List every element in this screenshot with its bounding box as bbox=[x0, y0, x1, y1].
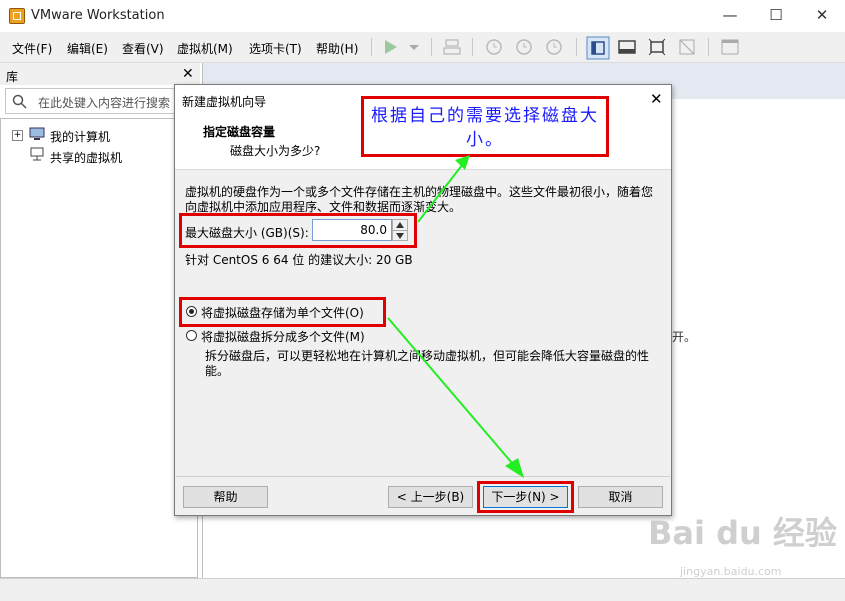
radio-split-files[interactable] bbox=[186, 330, 197, 341]
computer-icon bbox=[29, 127, 45, 140]
power-on-icon[interactable] bbox=[380, 37, 400, 57]
close-library-icon[interactable]: ✕ bbox=[182, 66, 194, 82]
help-button[interactable]: 帮助 bbox=[183, 486, 268, 508]
revert-snapshot-icon[interactable] bbox=[514, 37, 534, 57]
split-note: 拆分磁盘后，可以更轻松地在计算机之间移动虚拟机，但可能会降低大容量磁盘的性能。 bbox=[205, 349, 650, 378]
send-keys-icon[interactable] bbox=[442, 37, 462, 57]
menu-edit[interactable]: 编辑(E) bbox=[67, 40, 108, 57]
app-title: VMware Workstation bbox=[31, 8, 165, 23]
full-screen-icon[interactable] bbox=[647, 37, 667, 57]
close-window-icon[interactable]: ✕ bbox=[799, 0, 845, 30]
cancel-button[interactable]: 取消 bbox=[578, 486, 663, 508]
background-text: 开。 bbox=[672, 330, 697, 344]
show-library-icon[interactable] bbox=[586, 36, 610, 60]
button-separator bbox=[176, 476, 670, 477]
back-button[interactable]: < 上一步(B) bbox=[388, 486, 473, 508]
next-button-highlight bbox=[477, 481, 574, 513]
library-search-input[interactable]: 在此处键入内容进行搜索 bbox=[5, 88, 195, 114]
menu-file[interactable]: 文件(F) bbox=[12, 40, 52, 57]
recommended-size: 针对 CentOS 6 64 位 的建议大小: 20 GB bbox=[185, 253, 413, 267]
close-dialog-icon[interactable]: ✕ bbox=[650, 90, 663, 108]
minimize-icon[interactable]: — bbox=[707, 0, 753, 30]
tree-item-my-computer[interactable]: 我的计算机 bbox=[50, 128, 110, 145]
search-placeholder: 在此处键入内容进行搜索 bbox=[38, 96, 171, 110]
menu-tabs[interactable]: 选项卡(T) bbox=[249, 40, 302, 57]
menu-help[interactable]: 帮助(H) bbox=[316, 40, 358, 57]
toolbar-separator bbox=[472, 38, 473, 56]
vmware-app-icon bbox=[9, 8, 25, 24]
option-split-files-label[interactable]: 将虚拟磁盘拆分成多个文件(M) bbox=[201, 328, 365, 345]
dialog-heading: 指定磁盘容量 bbox=[203, 125, 276, 139]
thumbnail-bar-icon[interactable] bbox=[617, 37, 637, 57]
toolbar-separator bbox=[708, 38, 709, 56]
shared-vm-icon bbox=[30, 147, 44, 161]
library-tree bbox=[0, 118, 198, 578]
library-title: 库 bbox=[6, 70, 19, 84]
toolbar-separator bbox=[576, 38, 577, 56]
single-file-highlight bbox=[179, 297, 386, 327]
console-view-icon[interactable] bbox=[720, 37, 740, 57]
tree-item-shared-vms[interactable]: 共享的虚拟机 bbox=[50, 149, 122, 166]
maximize-icon[interactable]: ☐ bbox=[753, 0, 799, 30]
unity-icon[interactable] bbox=[677, 37, 697, 57]
toolbar-separator bbox=[431, 38, 432, 56]
status-bar bbox=[0, 578, 845, 601]
snapshot-icon[interactable] bbox=[484, 37, 504, 57]
baidu-watermark-url: jingyan.baidu.com bbox=[680, 565, 782, 578]
menu-vm[interactable]: 虚拟机(M) bbox=[177, 40, 233, 57]
chevron-down-icon[interactable] bbox=[404, 37, 424, 57]
search-icon bbox=[12, 94, 27, 109]
toolbar-separator bbox=[371, 38, 372, 56]
disk-size-highlight bbox=[179, 213, 417, 248]
library-header bbox=[0, 63, 200, 85]
baidu-watermark: Bai du 经验 bbox=[648, 514, 837, 552]
annotation-callout: 根据自己的需要选择磁盘大小。 bbox=[361, 96, 609, 157]
expand-icon[interactable]: + bbox=[12, 130, 23, 141]
dialog-description: 虚拟机的硬盘作为一个或多个文件存储在主机的物理磁盘中。这些文件最初很小，随着您向… bbox=[185, 185, 654, 214]
menu-view[interactable]: 查看(V) bbox=[122, 40, 164, 57]
snapshot-manager-icon[interactable] bbox=[544, 37, 564, 57]
dialog-subheading: 磁盘大小为多少? bbox=[230, 144, 321, 158]
dialog-title: 新建虚拟机向导 bbox=[182, 95, 267, 109]
